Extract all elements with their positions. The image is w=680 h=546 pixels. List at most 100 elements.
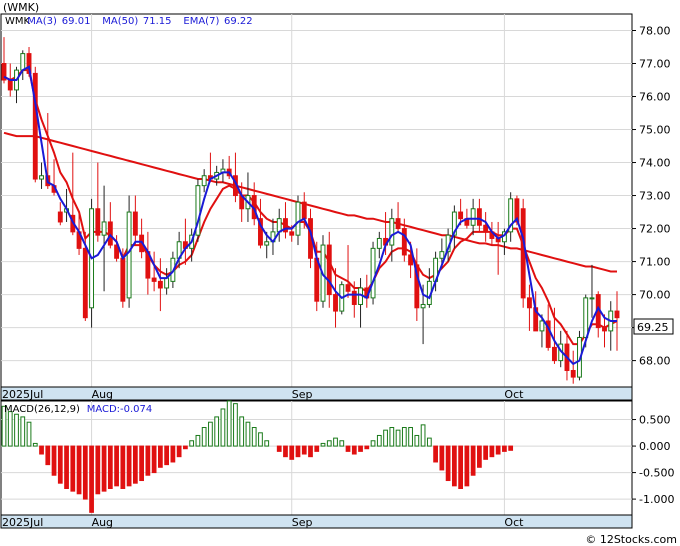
macd-bar-positive [420, 424, 426, 447]
candle-up [20, 53, 26, 71]
macd-bar-positive [326, 440, 332, 447]
candle-down [570, 369, 576, 378]
macd-bar-positive [214, 416, 220, 447]
candle-down [157, 280, 163, 289]
candle-down [289, 231, 295, 236]
macd-bar-positive [14, 413, 19, 447]
stock-chart: 68.0069.0070.0071.0072.0073.0074.0075.00… [0, 0, 680, 546]
macd-bar-positive [383, 429, 388, 447]
price-y-tick-label: 73.00 [639, 190, 671, 203]
macd-bar-positive [251, 427, 257, 447]
candle-up [101, 221, 107, 236]
macd-bar-negative [101, 445, 107, 492]
candle-down [351, 290, 357, 305]
macd-bar-positive [414, 434, 420, 447]
candle-down [132, 211, 138, 236]
candle-down [458, 211, 464, 220]
candle-up [126, 211, 132, 299]
price-y-tick-label: 77.00 [639, 58, 671, 71]
macd-bar-negative [489, 445, 495, 458]
candle-up [470, 208, 476, 226]
macd-y-tick-label: 0.500 [639, 414, 671, 427]
macd-bar-positive [226, 400, 232, 447]
macd-bar-positive [320, 442, 326, 447]
macd-bar-negative [39, 445, 44, 455]
price-y-tick-label: 75.00 [639, 124, 671, 137]
candle-down [476, 208, 482, 226]
price-y-tick-label: 71.00 [639, 256, 671, 269]
price-x-tick-label: Aug [92, 388, 113, 401]
macd-bar-negative [314, 445, 320, 452]
candle-up [589, 297, 595, 300]
price-legend-item: EMA(7) [183, 16, 219, 27]
macd-bar-positive [195, 434, 201, 447]
macd-bar-negative [458, 445, 463, 489]
macd-bar-negative [132, 445, 138, 484]
price-legend-item: 71.15 [143, 16, 172, 27]
macd-bar-positive [208, 421, 213, 447]
candle-down [32, 72, 38, 180]
macd-bar-negative [183, 445, 188, 450]
macd-bar-positive [395, 429, 401, 447]
macd-bar-negative [82, 445, 88, 500]
candle-down [401, 228, 407, 256]
macd-bar-positive [245, 421, 251, 447]
macd-bar-positive [389, 427, 395, 447]
macd-bar-positive [239, 416, 245, 447]
macd-bar-positive [201, 427, 207, 447]
macd-bar-negative [114, 445, 119, 487]
macd-bar-negative [151, 445, 157, 474]
last-price-label: 69.25 [637, 321, 669, 334]
price-y-tick-label: 68.00 [639, 355, 671, 368]
price-legend-item: 69.22 [224, 16, 253, 27]
macd-x-tick-label: Aug [92, 516, 113, 529]
candle-down [301, 201, 307, 220]
macd-bar-positive [333, 437, 338, 447]
macd-bar-negative [107, 445, 113, 489]
candle-up [539, 320, 545, 332]
candle-up [39, 175, 44, 180]
macd-bar-negative [451, 445, 457, 487]
macd-bar-positive [32, 442, 38, 447]
macd-bar-negative [176, 445, 182, 458]
macd-bar-positive [264, 440, 270, 447]
watermark: © 12Stocks.com [585, 533, 677, 546]
candle-up [389, 218, 395, 246]
candle-down [326, 244, 332, 296]
candle-down [314, 257, 320, 302]
macd-bar-negative [477, 445, 482, 468]
candle-down [333, 294, 338, 312]
candle-up [376, 237, 382, 249]
macd-bar-negative [495, 445, 501, 455]
candle-down [82, 247, 88, 319]
candle-down [520, 208, 526, 299]
candle-up [420, 303, 426, 309]
candle-down [602, 327, 607, 332]
price-legend-item: 69.01 [62, 16, 91, 27]
candle-down [107, 221, 113, 246]
candle-down [151, 277, 157, 282]
macd-bar-negative [308, 445, 313, 458]
candle-up [370, 247, 376, 299]
macd-bar-negative [64, 445, 69, 489]
ticker-label: (WMK) [3, 1, 39, 14]
candle-down [7, 79, 13, 91]
macd-bar-positive [26, 421, 32, 447]
candle-up [295, 201, 301, 236]
candle-down [552, 346, 557, 362]
candle-up [276, 218, 282, 233]
candle-up [264, 241, 270, 246]
macd-x-tick-label: 2025Jul [2, 516, 43, 529]
candle-up [164, 277, 170, 289]
macd-bar-positive [189, 440, 195, 447]
price-legend-item: MA(3) [27, 16, 57, 27]
macd-bar-negative [164, 445, 170, 466]
candle-down [95, 208, 101, 236]
macd-bar-negative [170, 445, 176, 463]
macd-bar-negative [139, 445, 144, 482]
price-legend: WMKMA(3) 69.01 MA(50) 71.15 EMA(7) 69.22 [5, 16, 253, 27]
macd-bar-negative [502, 445, 507, 452]
candle-down [345, 284, 351, 292]
macd-bar-positive [339, 440, 345, 447]
macd-bar-positive [20, 416, 26, 447]
